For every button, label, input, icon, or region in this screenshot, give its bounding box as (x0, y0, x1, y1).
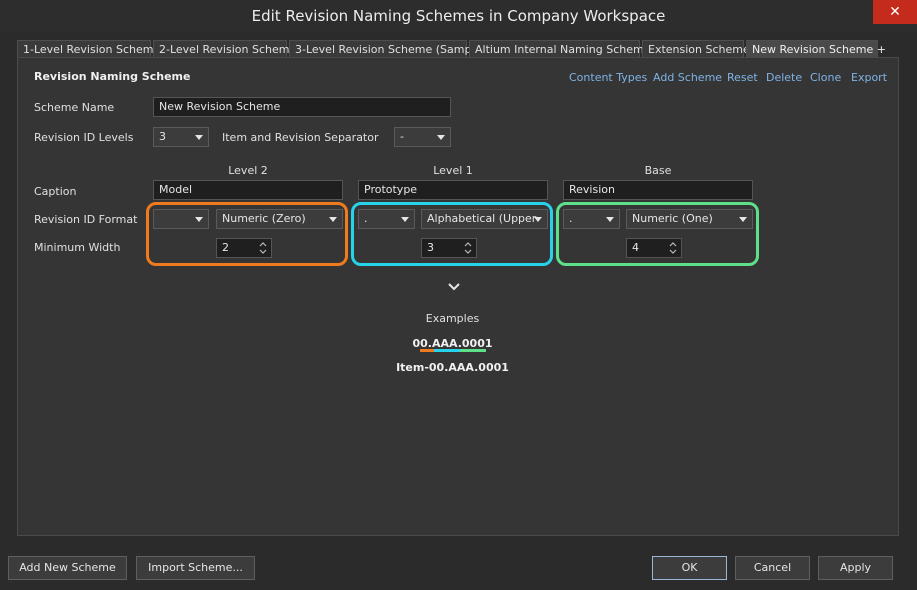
min-width-label: Minimum Width (34, 241, 121, 254)
chevron-down-icon[interactable] (447, 281, 461, 293)
level-1-format-select[interactable]: Alphabetical (Upper (421, 209, 548, 229)
id-levels-select[interactable]: 3 (153, 127, 209, 147)
spin-arrows-icon[interactable] (668, 240, 678, 256)
tab-3-level-sample[interactable]: 3-Level Revision Scheme (Sample) (289, 40, 486, 57)
level-1-min-width-stepper[interactable]: 3 (421, 238, 477, 258)
section-title: Revision Naming Scheme (34, 70, 191, 83)
tab-new-revision-scheme[interactable]: New Revision Scheme + (746, 40, 886, 57)
scheme-name-input[interactable]: New Revision Scheme (153, 97, 451, 117)
tab-extension[interactable]: Extension Scheme (642, 40, 750, 57)
example-base-underline (460, 349, 486, 352)
tab-1-level[interactable]: 1-Level Revision Scheme (17, 40, 160, 57)
base-separator-select[interactable]: . (563, 209, 620, 229)
id-levels-value: 3 (159, 130, 166, 143)
level-2-separator-select[interactable] (153, 209, 209, 229)
level-2-min-width-value: 2 (222, 241, 229, 254)
chevron-down-icon (195, 135, 203, 140)
example-level-1-underline (434, 349, 460, 352)
chevron-down-icon (329, 217, 337, 222)
chevron-down-icon (606, 217, 614, 222)
separator-select[interactable]: - (394, 127, 451, 147)
window-title: Edit Revision Naming Schemes in Company … (251, 7, 666, 25)
cancel-button[interactable]: Cancel (735, 556, 810, 580)
apply-button[interactable]: Apply (818, 556, 893, 580)
scheme-name-label: Scheme Name (34, 101, 115, 114)
delete-link[interactable]: Delete (766, 71, 802, 84)
add-new-scheme-button[interactable]: Add New Scheme (8, 556, 127, 580)
chevron-down-icon (195, 217, 203, 222)
ok-button[interactable]: OK (652, 556, 727, 580)
chevron-down-icon (437, 135, 445, 140)
spin-arrows-icon[interactable] (463, 240, 473, 256)
level-1-heading: Level 1 (433, 164, 473, 177)
scheme-panel (17, 57, 899, 536)
reset-link[interactable]: Reset (727, 71, 758, 84)
add-scheme-link[interactable]: Add Scheme (653, 71, 722, 84)
base-heading: Base (644, 164, 672, 177)
chevron-down-icon (534, 217, 542, 222)
chevron-down-icon (739, 217, 747, 222)
base-min-width-stepper[interactable]: 4 (626, 238, 682, 258)
id-levels-label: Revision ID Levels (34, 131, 134, 144)
close-icon: ✕ (889, 4, 901, 20)
level-2-heading: Level 2 (228, 164, 268, 177)
chevron-down-icon (401, 217, 409, 222)
level-1-separator-value: . (364, 212, 368, 225)
base-format-value: Numeric (One) (632, 212, 713, 225)
level-1-format-value: Alphabetical (Upper (427, 212, 537, 225)
close-button[interactable]: ✕ (873, 0, 917, 24)
base-format-select[interactable]: Numeric (One) (626, 209, 753, 229)
caption-label: Caption (34, 185, 77, 198)
tab-altium-internal[interactable]: Altium Internal Naming Scheme (469, 40, 650, 57)
separator-label: Item and Revision Separator (222, 131, 379, 144)
level-1-caption-input[interactable]: Prototype (358, 180, 548, 200)
level-1-separator-select[interactable]: . (358, 209, 415, 229)
level-2-min-width-stepper[interactable]: 2 (216, 238, 272, 258)
spin-arrows-icon[interactable] (258, 240, 268, 256)
example-line-2: Item-00.AAA.0001 (396, 361, 509, 374)
examples-title: Examples (425, 312, 480, 325)
content-types-link[interactable]: Content Types (569, 71, 647, 84)
base-separator-value: . (569, 212, 573, 225)
base-caption-input[interactable]: Revision (563, 180, 753, 200)
separator-value: - (400, 130, 404, 143)
export-link[interactable]: Export (851, 71, 887, 84)
base-min-width-value: 4 (632, 241, 639, 254)
level-2-format-value: Numeric (Zero) (222, 212, 306, 225)
level-2-caption-input[interactable]: Model (153, 180, 343, 200)
import-scheme-button[interactable]: Import Scheme... (136, 556, 255, 580)
example-level-2-underline (420, 349, 434, 352)
clone-link[interactable]: Clone (810, 71, 841, 84)
format-label: Revision ID Format (34, 213, 138, 226)
tab-2-level[interactable]: 2-Level Revision Scheme (153, 40, 296, 57)
level-1-min-width-value: 3 (427, 241, 434, 254)
level-2-format-select[interactable]: Numeric (Zero) (216, 209, 343, 229)
